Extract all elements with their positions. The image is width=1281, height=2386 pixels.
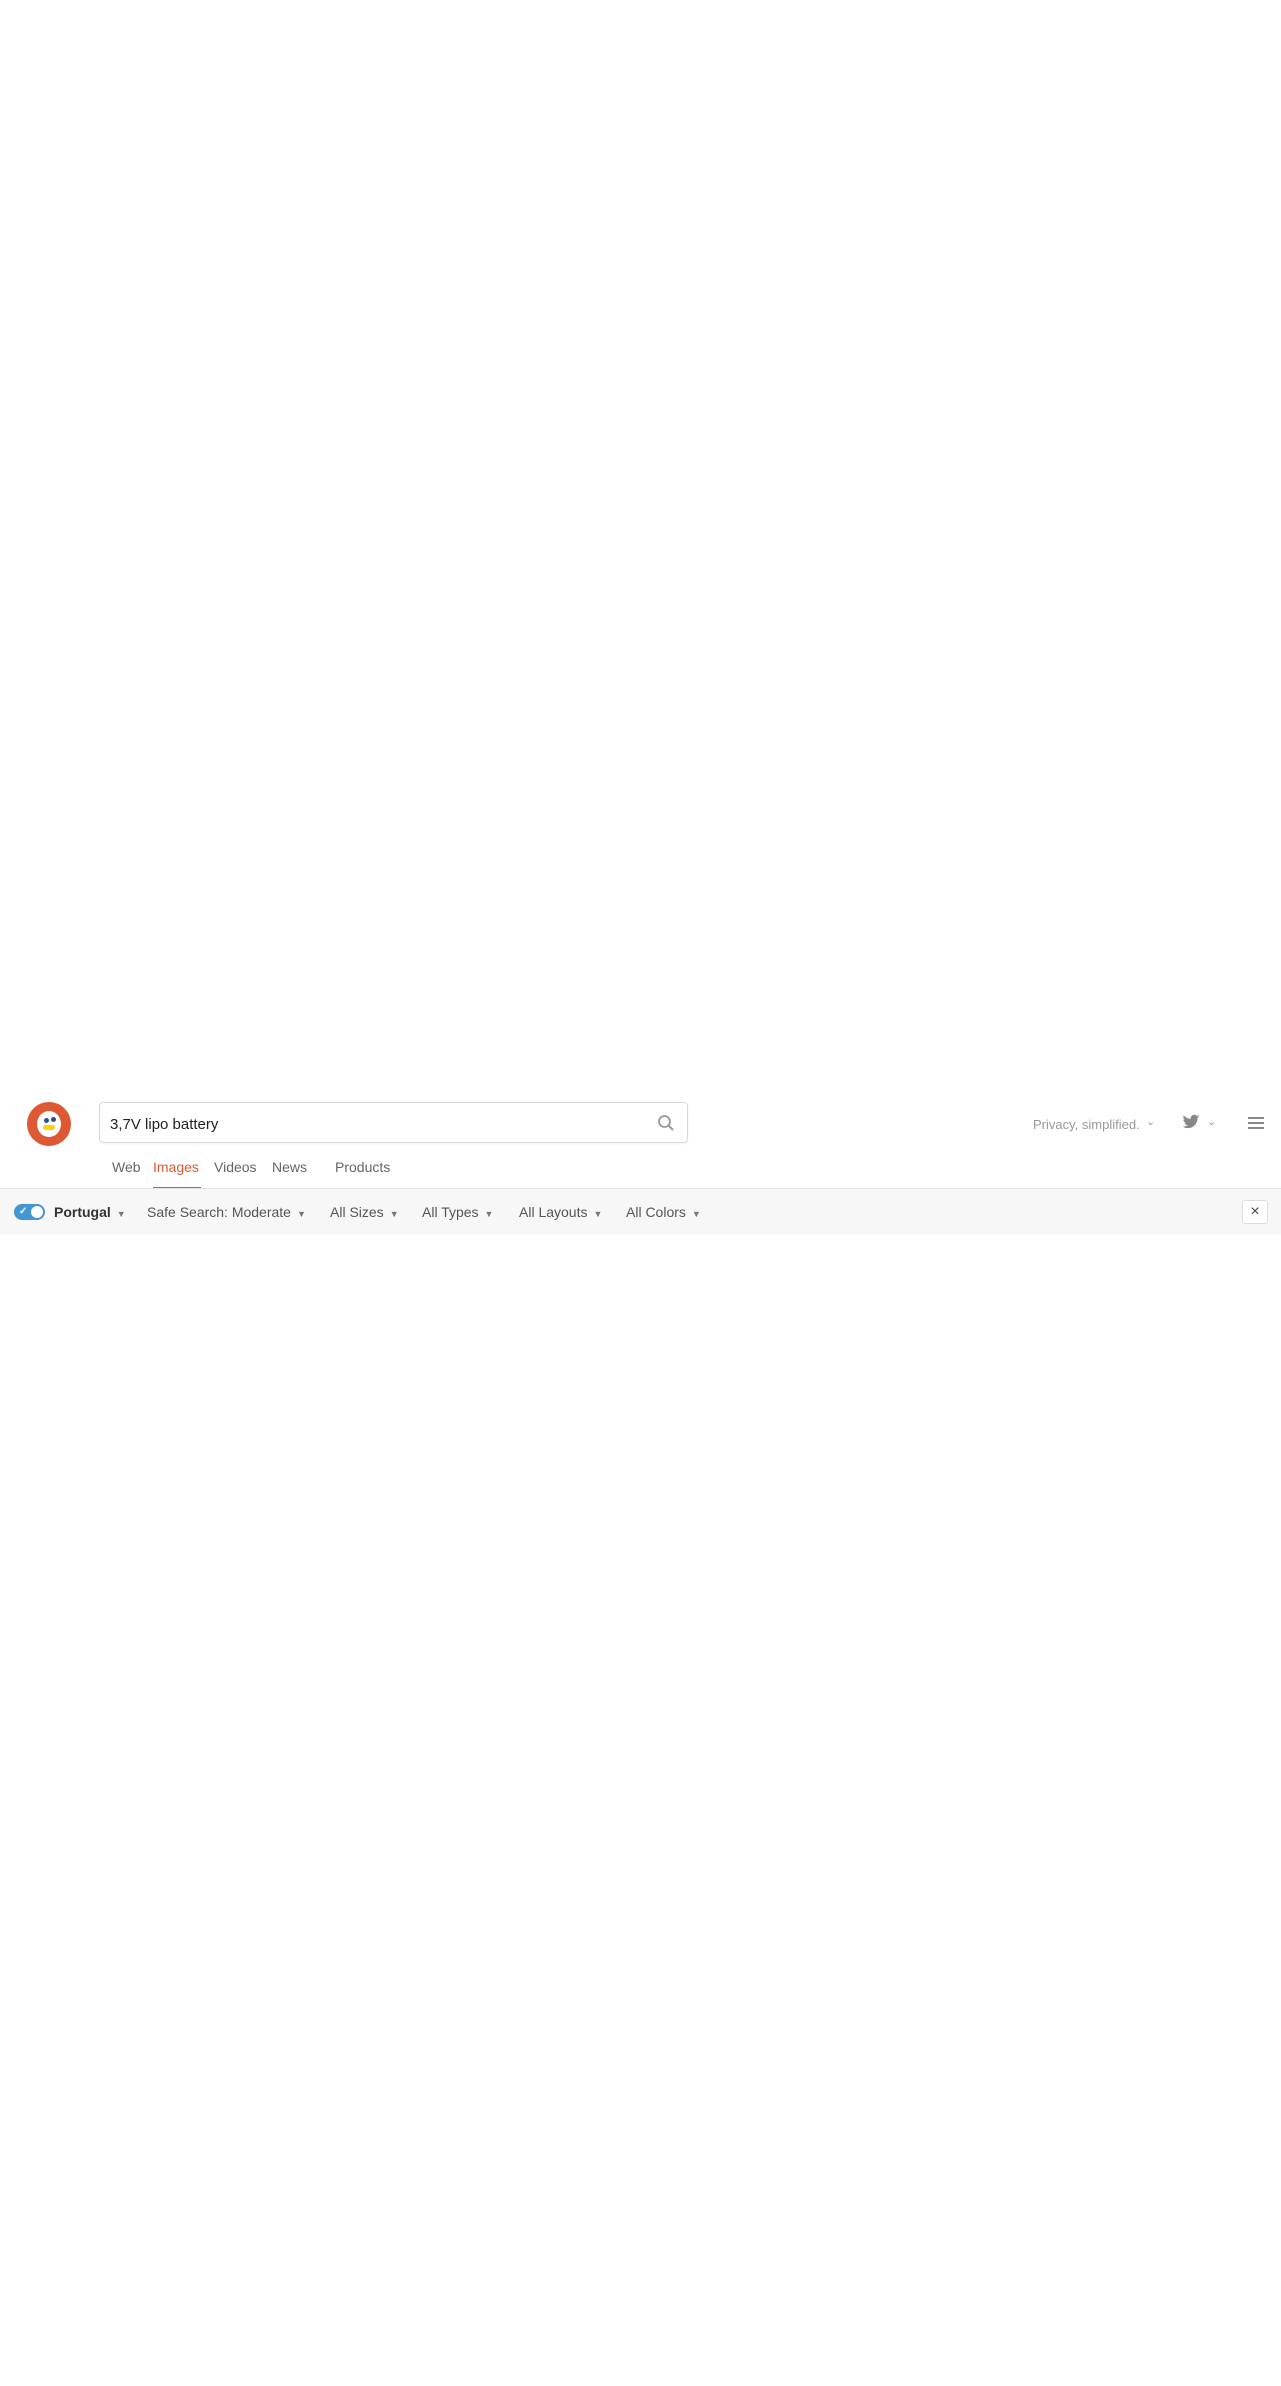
- image-row: [0, 680, 1281, 840]
- color-filter[interactable]: All Colors ▼: [626, 1204, 701, 1220]
- image-row: [0, 1358, 1281, 1518]
- logo-duck-icon: [37, 1111, 61, 1137]
- check-icon: ✓: [19, 1206, 28, 1217]
- size-filter[interactable]: All Sizes ▼: [330, 1204, 399, 1220]
- safe-search-filter[interactable]: Safe Search: Moderate ▼: [147, 1204, 306, 1220]
- search-header: Privacy, simplified. ⌄ ⌄ Web Images Vide…: [0, 1085, 1281, 1232]
- search-box: [99, 1102, 688, 1143]
- tab-images[interactable]: Images: [153, 1159, 199, 1175]
- layout-filter[interactable]: All Layouts ▼: [519, 1204, 602, 1220]
- caret-down-icon: ▼: [116, 1209, 126, 1219]
- search-input[interactable]: [110, 1113, 610, 1135]
- caret-down-icon: ▼: [691, 1209, 701, 1219]
- tab-web[interactable]: Web: [112, 1159, 141, 1175]
- hamburger-menu-icon[interactable]: [1248, 1117, 1264, 1129]
- type-filter[interactable]: All Types ▼: [422, 1204, 493, 1220]
- twitter-icon[interactable]: [1182, 1114, 1200, 1130]
- duckduckgo-logo[interactable]: [27, 1102, 71, 1146]
- image-row: [0, 1020, 1281, 1085]
- caret-down-icon: ▼: [484, 1209, 494, 1219]
- image-row: [0, 340, 1281, 500]
- tab-videos[interactable]: Videos: [214, 1159, 257, 1175]
- filter-bar: ✓ Portugal ▼ Safe Search: Moderate ▼ All S…: [0, 1188, 1281, 1232]
- image-row: [0, 170, 1281, 330]
- image-row: [0, 0, 1281, 160]
- caret-down-icon: ▼: [593, 1209, 603, 1219]
- image-row: [0, 1868, 1281, 2028]
- close-filters-button[interactable]: ×: [1242, 1200, 1268, 1224]
- image-row: [0, 2038, 1281, 2198]
- image-row: [0, 1528, 1281, 1688]
- caret-down-icon: ▼: [296, 1209, 306, 1219]
- tab-products[interactable]: Products: [335, 1159, 390, 1175]
- search-icon[interactable]: [657, 1114, 675, 1132]
- image-row: [0, 2208, 1281, 2368]
- chevron-down-icon[interactable]: ⌄: [1207, 1115, 1216, 1128]
- image-row: [0, 510, 1281, 670]
- image-row: [0, 1698, 1281, 1858]
- chevron-down-icon[interactable]: ⌄: [1146, 1115, 1155, 1128]
- region-toggle[interactable]: ✓: [14, 1204, 45, 1220]
- image-results-grid-bottom: [0, 1232, 1281, 2386]
- privacy-link[interactable]: Privacy, simplified.: [1033, 1117, 1140, 1132]
- image-row: [0, 850, 1281, 1010]
- region-filter[interactable]: Portugal ▼: [54, 1204, 126, 1220]
- caret-down-icon: ▼: [389, 1209, 399, 1219]
- tab-news[interactable]: News: [272, 1159, 307, 1175]
- image-results-grid-top: [0, 0, 1281, 1085]
